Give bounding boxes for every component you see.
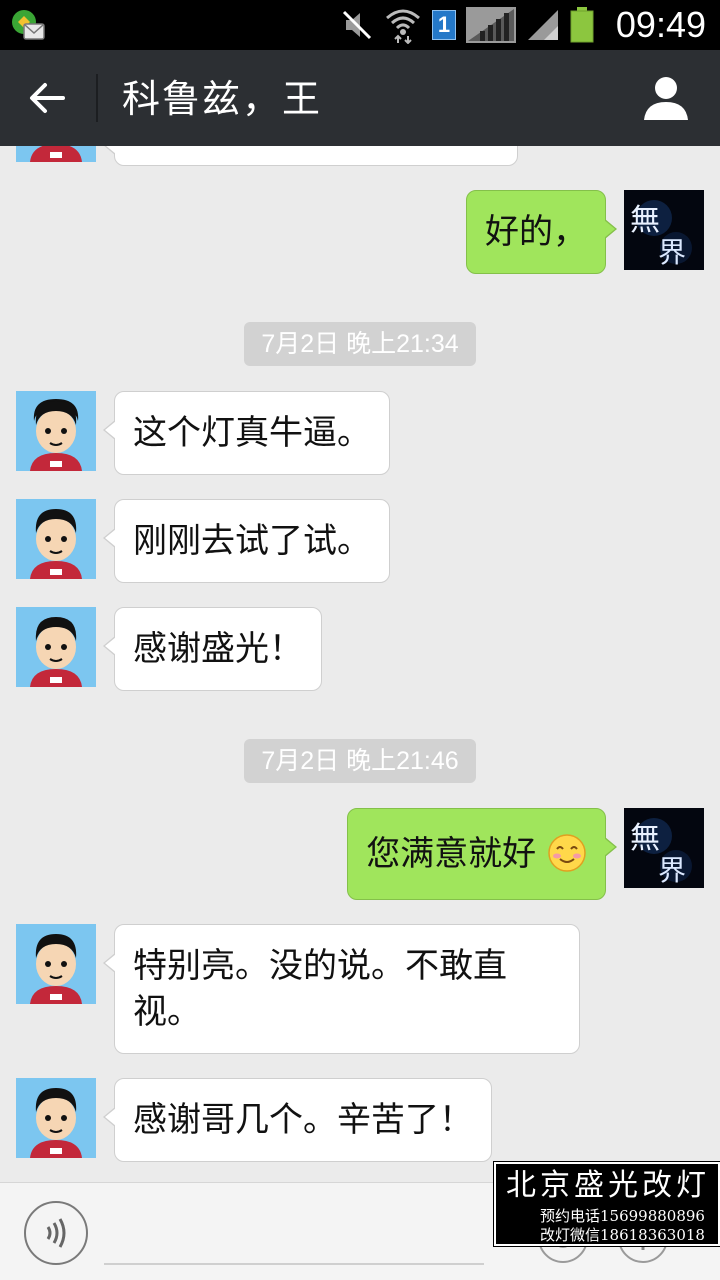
- message-text: 感谢盛光！: [133, 629, 303, 669]
- my-avatar[interactable]: 無 界: [624, 190, 704, 270]
- incoming-message-bubble[interactable]: 刚刚去试了试。: [103, 499, 390, 583]
- avatar-char-1: 無: [630, 821, 660, 856]
- message-text: 好的，: [485, 212, 587, 252]
- cartoon-avatar-icon: [16, 499, 96, 579]
- incoming-message-bubble[interactable]: 感谢盛光！: [103, 607, 322, 691]
- watermark-title: 北京盛光改灯: [506, 1168, 710, 1203]
- app-notification-icon: [12, 10, 45, 40]
- contact-avatar[interactable]: [16, 499, 96, 579]
- cartoon-avatar-icon: [16, 146, 96, 162]
- chat-header: 科鲁兹，王: [0, 50, 720, 146]
- sim-label: 1: [437, 12, 451, 37]
- header-divider: [96, 74, 98, 122]
- back-arrow-icon: [30, 83, 65, 113]
- sim1-icon: 1: [432, 10, 456, 40]
- message-text: 您满意就好: [366, 834, 537, 874]
- contact-avatar[interactable]: [16, 1078, 96, 1158]
- mute-icon: [342, 10, 372, 40]
- incoming-message-bubble[interactable]: 这个灯真牛逼。: [103, 391, 390, 475]
- cartoon-avatar-icon: [16, 1078, 96, 1158]
- status-bar: 1 09:49: [0, 0, 720, 50]
- chat-area[interactable]: 好的， 無 界 7月2日 晚上21:34 这个灯真牛逼。 刚刚去试了试。 感谢盛…: [0, 146, 720, 1182]
- avatar-char-1: 無: [630, 203, 660, 238]
- voice-input-button[interactable]: [24, 1201, 88, 1265]
- calligraphy-avatar-icon: 無 界: [624, 808, 704, 888]
- contact-avatar[interactable]: [16, 146, 96, 162]
- message-text: 这个灯真牛逼。: [133, 413, 371, 453]
- back-button[interactable]: [22, 74, 72, 122]
- watermark-banner: 北京盛光改灯 预约电话15699880896 改灯微信18618363018: [493, 1161, 720, 1247]
- incoming-message-bubble[interactable]: 特别亮。没的说。不敢直视。: [103, 924, 580, 1054]
- outgoing-message-bubble[interactable]: 好的，: [466, 190, 617, 274]
- message-text: 感谢哥几个。辛苦了！: [133, 1100, 473, 1140]
- avatar-char-2: 界: [658, 236, 686, 269]
- message-bubble-partial: [103, 146, 518, 166]
- cartoon-avatar-icon: [16, 391, 96, 471]
- wifi-icon: [386, 9, 420, 44]
- message-text: 刚刚去试了试。: [133, 521, 371, 561]
- smile-emoji-icon: [548, 834, 586, 872]
- chat-title: 科鲁兹，王: [122, 77, 323, 121]
- message-text: 特别亮。没的说。不敢直视。: [133, 946, 507, 1032]
- voice-input-icon: [46, 1218, 66, 1248]
- message-input[interactable]: [104, 1263, 484, 1265]
- chat-info-button[interactable]: [642, 74, 690, 122]
- signal-icon: [528, 10, 558, 40]
- incoming-message-bubble[interactable]: 感谢哥几个。辛苦了！: [103, 1078, 492, 1162]
- contact-avatar[interactable]: [16, 924, 96, 1004]
- outgoing-message-bubble[interactable]: 您满意就好: [347, 808, 617, 900]
- avatar-char-2: 界: [658, 854, 686, 887]
- chat-timestamp: 7月2日 晚上21:46: [244, 739, 476, 783]
- signal-icon: [466, 7, 516, 43]
- cartoon-avatar-icon: [16, 924, 96, 1004]
- chat-timestamp: 7月2日 晚上21:34: [244, 322, 476, 366]
- contact-avatar[interactable]: [16, 607, 96, 687]
- watermark-wechat: 改灯微信18618363018: [540, 1226, 705, 1244]
- cartoon-avatar-icon: [16, 607, 96, 687]
- calligraphy-avatar-icon: 無 界: [624, 190, 704, 270]
- my-avatar[interactable]: 無 界: [624, 808, 704, 888]
- status-time: 09:49: [615, 4, 706, 45]
- watermark-phone: 预约电话15699880896: [540, 1207, 705, 1225]
- user-profile-icon: [644, 77, 688, 120]
- contact-avatar[interactable]: [16, 391, 96, 471]
- battery-icon: [570, 7, 594, 43]
